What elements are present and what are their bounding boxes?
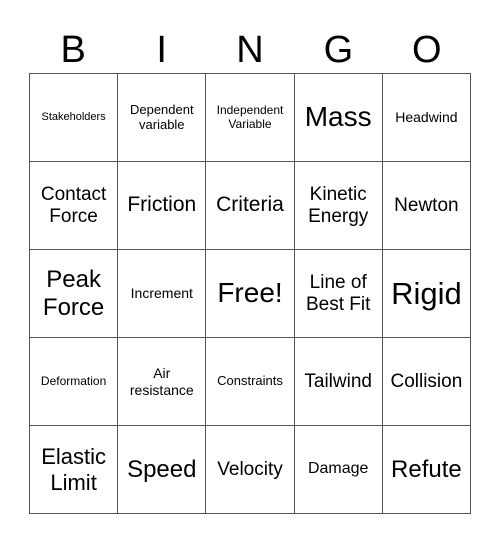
bingo-cell[interactable]: Rigid [382, 250, 471, 338]
bingo-cell[interactable]: Headwind [382, 74, 471, 162]
header-letter-i: I [156, 29, 167, 71]
bingo-cell[interactable]: Speed [118, 426, 207, 514]
bingo-cell[interactable]: Constraints [206, 338, 295, 426]
bingo-cell[interactable]: Contact Force [30, 162, 119, 250]
bingo-cell[interactable]: Damage [294, 426, 383, 514]
header-letter-b: B [60, 29, 86, 71]
bingo-cell[interactable]: Tailwind [294, 338, 383, 426]
bingo-cell[interactable]: Deformation [30, 338, 119, 426]
bingo-cell[interactable]: Friction [118, 162, 207, 250]
bingo-cell[interactable]: Refute [382, 426, 471, 514]
bingo-cell[interactable]: Criteria [206, 162, 295, 250]
free-space[interactable]: Free! [206, 250, 295, 338]
header-letter-g: G [323, 29, 354, 71]
bingo-cell[interactable]: Dependent variable [118, 74, 207, 162]
bingo-cell[interactable]: Increment [118, 250, 207, 338]
header-letter-o: O [412, 29, 442, 71]
bingo-header: B I N G O [29, 28, 471, 72]
bingo-cell[interactable]: Air resistance [118, 338, 207, 426]
bingo-cell[interactable]: Elastic Limit [30, 426, 119, 514]
bingo-cell[interactable]: Independent Variable [206, 74, 295, 162]
bingo-grid: Stakeholders Dependent variable Independ… [29, 73, 471, 514]
header-letter-n: N [236, 29, 264, 71]
bingo-cell[interactable]: Newton [382, 162, 471, 250]
bingo-cell[interactable]: Kinetic Energy [294, 162, 383, 250]
bingo-cell[interactable]: Line of Best Fit [294, 250, 383, 338]
bingo-cell[interactable]: Peak Force [30, 250, 119, 338]
bingo-cell[interactable]: Mass [294, 74, 383, 162]
bingo-cell[interactable]: Collision [382, 338, 471, 426]
bingo-cell[interactable]: Stakeholders [30, 74, 119, 162]
bingo-cell[interactable]: Velocity [206, 426, 295, 514]
